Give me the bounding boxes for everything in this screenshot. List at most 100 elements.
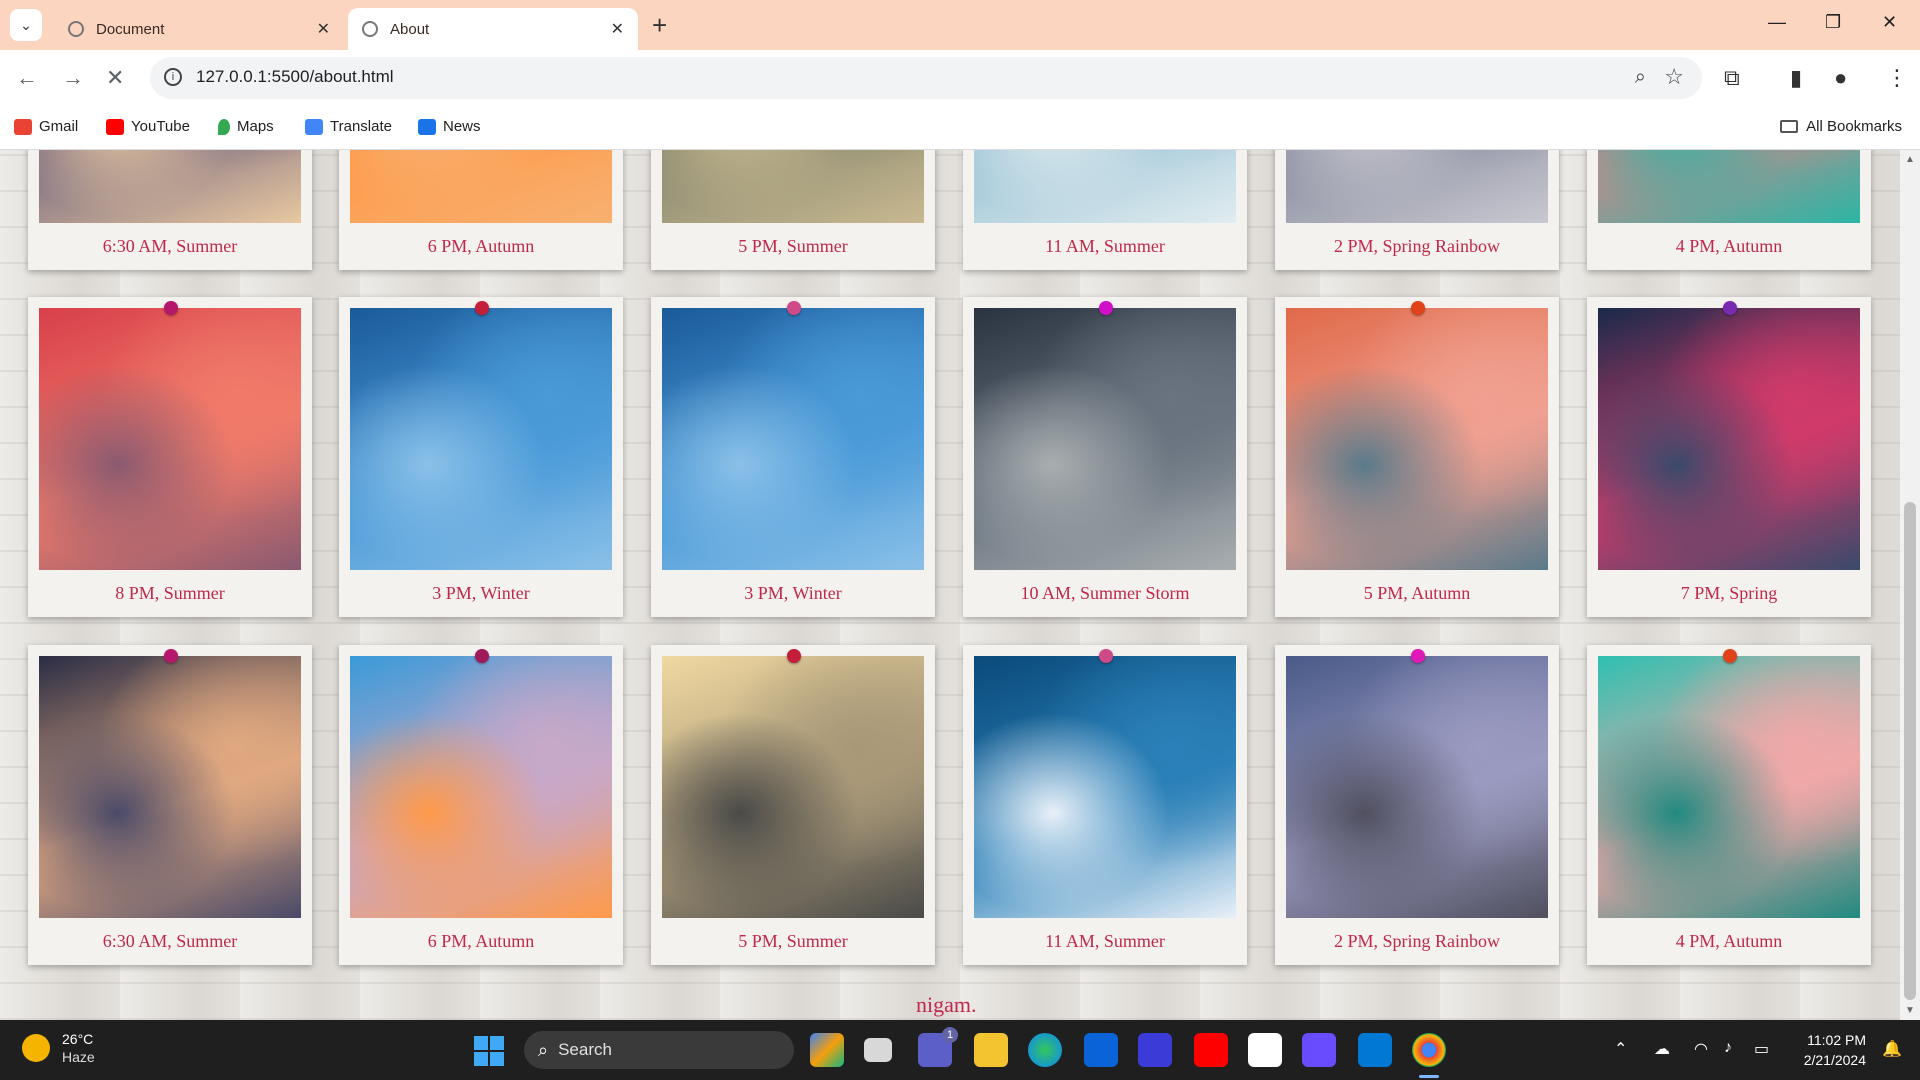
tab-search-button[interactable]: ⌄ (10, 9, 42, 41)
pushpin-icon (1411, 301, 1425, 315)
bookmark-label: Gmail (39, 118, 79, 135)
photo-caption: 4 PM, Autumn (1675, 236, 1783, 256)
app-icon[interactable] (1138, 1033, 1172, 1067)
address-url[interactable]: 127.0.0.1:5500/about.html (196, 67, 394, 87)
scroll-up-icon[interactable]: ▲ (1905, 154, 1915, 165)
pushpin-icon (164, 649, 178, 663)
close-icon[interactable]: ✕ (317, 19, 330, 39)
sky-photo (39, 308, 301, 570)
bookmark-youtube[interactable]: YouTube (106, 118, 190, 135)
extensions-icon[interactable]: ⧉ (1724, 65, 1740, 91)
file-explorer-icon[interactable] (974, 1033, 1008, 1067)
sky-photo (350, 308, 612, 570)
all-bookmarks[interactable]: All Bookmarks (1780, 118, 1902, 135)
teams-icon[interactable]: 1 (918, 1027, 958, 1067)
active-app-indicator (1419, 1075, 1439, 1078)
zoom-icon[interactable]: ⌕ (1635, 66, 1646, 89)
photo-caption: 3 PM, Winter (744, 583, 842, 603)
copilot-icon[interactable] (810, 1033, 844, 1067)
photo-caption: 8 PM, Summer (115, 583, 225, 603)
bookmark-maps[interactable]: Maps (218, 118, 274, 135)
star-icon[interactable]: ☆ (1664, 64, 1684, 90)
side-panel-icon[interactable]: ▮ (1790, 65, 1802, 91)
close-window-icon[interactable]: ✕ (1882, 12, 1897, 33)
photo-card: 6 PM, Autumn (339, 645, 623, 965)
wifi-icon[interactable]: ◠ (1694, 1039, 1708, 1059)
photo-caption: 5 PM, Summer (738, 931, 848, 951)
address-bar[interactable]: i 127.0.0.1:5500/about.html ⌕ ☆ (150, 57, 1702, 99)
page-scrollbar[interactable]: ▲ ▼ (1900, 150, 1920, 1020)
photo-card: 3 PM, Winter (339, 297, 623, 617)
pushpin-icon (1099, 649, 1113, 663)
photo-caption: 11 AM, Summer (1045, 236, 1165, 256)
page-viewport: 6:30 AM, Summer 6 PM, Autumn 5 PM, Summer 1… (0, 150, 1900, 1020)
profile-avatar-icon[interactable]: ● (1834, 65, 1847, 91)
sky-photo (350, 150, 612, 223)
weather-condition: Haze (62, 1049, 95, 1065)
task-view-icon[interactable] (864, 1038, 892, 1062)
tab-document[interactable]: Document ✕ (54, 8, 344, 50)
scrollbar-thumb[interactable] (1904, 502, 1916, 1000)
tab-about[interactable]: About ✕ (348, 8, 638, 50)
amazon-icon[interactable] (1248, 1033, 1282, 1067)
forward-arrow-icon[interactable]: → (62, 65, 84, 91)
sky-photo (1286, 656, 1548, 918)
loading-icon (362, 21, 378, 37)
vscode-icon[interactable] (1358, 1033, 1392, 1067)
photo-card: 11 AM, Summer (963, 645, 1247, 965)
taskbar-search[interactable]: ⌕ Search (524, 1031, 794, 1069)
bookmark-news[interactable]: News (418, 118, 481, 135)
edge-icon[interactable] (1028, 1033, 1062, 1067)
all-bookmarks-label: All Bookmarks (1806, 118, 1902, 135)
translate-icon (305, 118, 323, 135)
youtube-app-icon[interactable] (1194, 1033, 1228, 1067)
photo-card: 4 PM, Autumn (1587, 645, 1871, 965)
photo-card: 6 PM, Autumn (339, 150, 623, 270)
new-tab-button[interactable]: + (652, 10, 667, 40)
photo-card: 5 PM, Summer (651, 645, 935, 965)
photo-caption: 2 PM, Spring Rainbow (1333, 236, 1501, 256)
stop-loading-icon[interactable]: ✕ (106, 65, 124, 91)
site-info-icon[interactable]: i (164, 68, 182, 86)
news-icon (418, 118, 436, 135)
bookmark-translate[interactable]: Translate (305, 118, 392, 135)
bookmark-label: News (443, 118, 481, 135)
windows-start-icon[interactable] (474, 1036, 504, 1066)
notification-bell-icon[interactable]: 🔔 (1882, 1039, 1902, 1059)
globe-icon (68, 21, 84, 37)
search-label: Search (558, 1040, 612, 1059)
menu-kebab-icon[interactable]: ⋮ (1886, 65, 1908, 91)
restore-icon[interactable]: ❐ (1825, 12, 1841, 33)
close-icon[interactable]: ✕ (611, 19, 624, 39)
photo-caption: 7 PM, Spring (1680, 583, 1778, 603)
browser-toolbar: ← → ✕ i 127.0.0.1:5500/about.html ⌕ ☆ ⧉ … (0, 50, 1920, 108)
pushpin-icon (1411, 649, 1425, 663)
photo-caption: 10 AM, Summer Storm (1020, 583, 1190, 603)
tab-title: Document (96, 20, 165, 38)
photo-card: 8 PM, Summer (28, 297, 312, 617)
photo-card: 6:30 AM, Summer (28, 645, 312, 965)
back-arrow-icon[interactable]: ← (16, 65, 38, 91)
chrome-icon[interactable] (1412, 1033, 1446, 1067)
weather-widget[interactable]: 26°C Haze (22, 1030, 95, 1066)
onedrive-icon[interactable]: ☁ (1654, 1039, 1670, 1059)
photo-caption: 6 PM, Autumn (427, 236, 535, 256)
battery-icon[interactable]: ▭ (1754, 1039, 1769, 1059)
minimize-icon[interactable]: — (1768, 12, 1786, 33)
app-icon-2[interactable] (1302, 1033, 1336, 1067)
system-clock[interactable]: 11:02 PM 2/21/2024 (1804, 1030, 1866, 1070)
bookmark-gmail[interactable]: Gmail (14, 118, 78, 135)
sky-photo (1286, 308, 1548, 570)
chevron-up-icon[interactable]: ⌃ (1614, 1039, 1627, 1059)
volume-icon[interactable]: ♪ (1724, 1039, 1732, 1057)
photo-caption: 6:30 AM, Summer (102, 236, 238, 256)
bookmarks-bar: Gmail YouTube Maps Translate News All Bo… (0, 108, 1920, 150)
sky-photo (974, 656, 1236, 918)
microsoft-store-icon[interactable] (1084, 1033, 1118, 1067)
pushpin-icon (787, 649, 801, 663)
photo-card: 4 PM, Autumn (1587, 150, 1871, 270)
pushpin-icon (1099, 301, 1113, 315)
photo-caption: 5 PM, Summer (738, 236, 848, 256)
scroll-down-icon[interactable]: ▼ (1905, 1005, 1915, 1016)
clock-time: 11:02 PM (1807, 1032, 1866, 1048)
